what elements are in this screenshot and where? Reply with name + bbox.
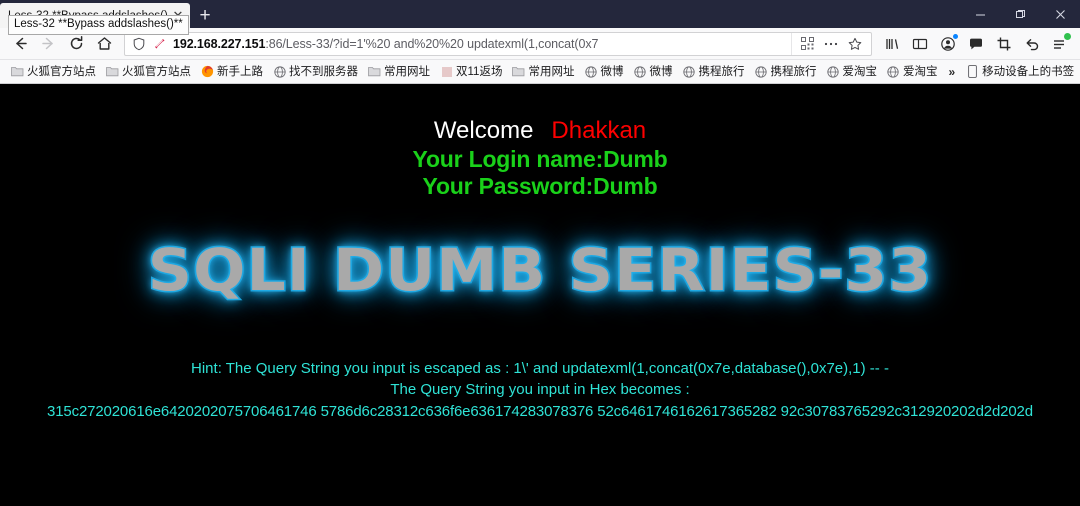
bookmark-label: 找不到服务器 — [289, 65, 358, 78]
welcome-label: Welcome — [433, 117, 534, 144]
user-name-label: Dhakkan — [551, 117, 647, 144]
globe-icon — [273, 65, 286, 78]
url-bar[interactable]: 192.168.227.151:86/Less-33/?id=1'%20 and… — [124, 31, 872, 56]
bookmark-item[interactable]: 爱淘宝 — [821, 62, 882, 82]
banner-wrap: SQLI DUMB SERIES-33 — [0, 224, 1080, 316]
bookmark-label: 微博 — [649, 65, 673, 78]
sidebar-icon[interactable] — [906, 30, 934, 58]
tracker-blocked-icon[interactable] — [149, 34, 169, 54]
hint-escaped-line: Hint: The Query String you input is esca… — [191, 360, 889, 377]
bookmark-label: 微博 — [600, 65, 624, 78]
url-bar-actions — [791, 32, 867, 55]
page-icon — [440, 65, 453, 78]
bookmark-label: 携程旅行 — [698, 65, 745, 78]
undo-icon[interactable] — [1018, 30, 1046, 58]
new-tab-button[interactable]: + — [190, 3, 220, 28]
bookmarks-bar: 火狐官方站点 火狐官方站点 新手上路 找不到服务器 常用网址 双11返场 常用网… — [0, 60, 1080, 84]
page-content: Welcome Dhakkan Your Login name:Dumb Your… — [0, 84, 1080, 506]
bookmark-label: 常用网址 — [528, 65, 575, 78]
bookmark-label: 新手上路 — [217, 65, 263, 78]
folder-icon — [106, 65, 119, 78]
login-name-line: Your Login name:Dumb — [412, 146, 668, 172]
globe-icon — [754, 65, 767, 78]
chat-icon[interactable] — [962, 30, 990, 58]
qr-code-icon[interactable] — [795, 33, 819, 55]
globe-icon — [633, 65, 646, 78]
bookmark-item[interactable]: 微博 — [628, 62, 677, 82]
bookmark-item[interactable]: 火狐官方站点 — [101, 62, 196, 82]
toolbar-actions — [878, 30, 1074, 58]
notification-dot — [953, 33, 958, 39]
bookmark-label: 双11返场 — [456, 65, 503, 78]
hint-block: Hint: The Query String you input is esca… — [0, 358, 1080, 423]
star-icon[interactable] — [843, 33, 867, 55]
bookmark-item[interactable]: 常用网址 — [507, 62, 579, 82]
welcome-heading: Welcome Dhakkan — [0, 116, 1080, 146]
firefox-icon — [201, 65, 214, 78]
bookmark-label: 常用网址 — [384, 65, 430, 78]
bookmark-item[interactable]: 火狐官方站点 — [6, 62, 101, 82]
folder-icon — [11, 65, 24, 78]
url-host: 192.168.227.151 — [173, 36, 266, 51]
hex-string: 315c272020616e6420202075706461746 5786d6… — [47, 403, 1033, 420]
bookmark-label: 携程旅行 — [770, 65, 817, 78]
menu-icon[interactable] — [1046, 30, 1074, 58]
hint-hex-label: The Query String you input in Hex become… — [390, 381, 690, 398]
shield-icon[interactable] — [129, 34, 149, 54]
update-dot — [1064, 32, 1071, 40]
screenshot-icon[interactable] — [990, 30, 1018, 58]
mobile-bookmarks-label: 移动设备上的书签 — [982, 65, 1075, 78]
folder-icon — [368, 65, 381, 78]
bookmark-label: 爱淘宝 — [902, 65, 938, 78]
welcome-block: Welcome Dhakkan Your Login name:Dumb Your… — [0, 84, 1080, 200]
url-text[interactable]: 192.168.227.151:86/Less-33/?id=1'%20 and… — [173, 37, 791, 51]
bookmark-item[interactable]: 常用网址 — [363, 62, 435, 82]
globe-icon — [887, 65, 900, 78]
globe-icon — [826, 65, 839, 78]
mobile-bookmarks-item[interactable]: 移动设备上的书签 — [961, 62, 1079, 82]
globe-icon — [584, 65, 597, 78]
sqli-banner: SQLI DUMB SERIES-33 — [146, 235, 933, 306]
library-icon[interactable] — [878, 30, 906, 58]
bookmark-item[interactable]: 携程旅行 — [749, 62, 821, 82]
tab-tooltip: Less-32 **Bypass addslashes()** — [8, 15, 189, 35]
bookmark-label: 火狐官方站点 — [27, 65, 96, 78]
bookmark-item[interactable]: 双11返场 — [435, 62, 507, 82]
minimize-icon[interactable] — [960, 0, 1000, 28]
folder-icon — [512, 65, 525, 78]
bookmark-item[interactable]: 微博 — [579, 62, 628, 82]
window-controls — [960, 0, 1080, 28]
bookmark-item[interactable]: 携程旅行 — [677, 62, 749, 82]
mobile-icon — [966, 65, 979, 78]
restore-icon[interactable] — [1000, 0, 1040, 28]
bookmark-label: 火狐官方站点 — [122, 65, 191, 78]
account-icon[interactable] — [934, 30, 962, 58]
globe-icon — [682, 65, 695, 78]
bookmark-item[interactable]: 找不到服务器 — [268, 62, 363, 82]
ellipsis-icon[interactable] — [819, 33, 843, 55]
url-path: :86/Less-33/?id=1'%20 and%20%20 updatexm… — [265, 36, 599, 51]
bookmark-item[interactable]: 爱淘宝 — [882, 62, 943, 82]
password-line: Your Password:Dumb — [422, 173, 658, 199]
bookmark-label: 爱淘宝 — [842, 65, 877, 78]
bookmarks-overflow-button[interactable]: » — [942, 65, 961, 79]
bookmark-item[interactable]: 新手上路 — [196, 62, 268, 82]
close-icon[interactable] — [1040, 0, 1080, 28]
window-titlebar: Less-32 **Bypass addslashes()** ✕ + Less… — [0, 0, 1080, 35]
